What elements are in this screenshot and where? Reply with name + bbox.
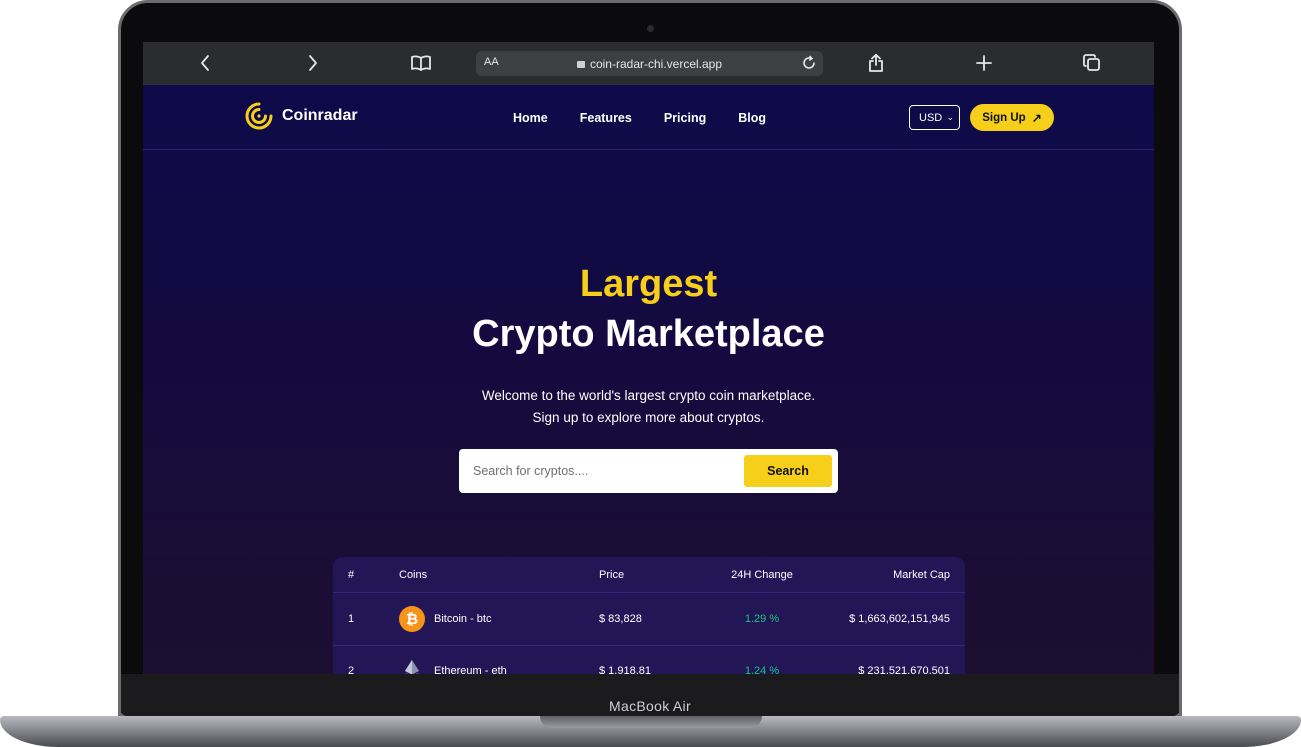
radar-logo-icon — [245, 102, 273, 130]
header-coins: Coins — [399, 569, 428, 581]
row-rank: 1 — [348, 613, 355, 625]
currency-select[interactable]: USD ⌄ — [909, 105, 960, 130]
hero-subtitle-line1: Welcome to the world's largest crypto co… — [481, 388, 816, 403]
lock-icon — [576, 61, 585, 68]
hero-subtitle-line2: Sign up to explore more about cryptos. — [532, 410, 765, 425]
header-price: Price — [599, 569, 625, 581]
forward-icon[interactable] — [306, 52, 320, 74]
header-rank: # — [348, 569, 355, 581]
logo[interactable]: Coinradar — [244, 101, 358, 131]
ethereum-icon — [399, 658, 425, 674]
nav-links: Home Features Pricing Blog — [513, 111, 798, 125]
camera — [647, 25, 654, 32]
brand-name: Coinradar — [282, 107, 358, 124]
laptop-notch — [540, 716, 762, 728]
row-coin: ₿ Bitcoin - btc — [399, 606, 491, 632]
header-market-cap: Market Cap — [893, 569, 950, 581]
coin-name: Ethereum - eth — [434, 665, 507, 674]
row-change: 1.29 % — [744, 613, 780, 625]
table-header: # Coins Price 24H Change Market Cap — [333, 557, 965, 593]
reload-icon[interactable] — [801, 55, 817, 76]
row-change: 1.24 % — [744, 665, 780, 674]
nav-blog[interactable]: Blog — [738, 111, 766, 125]
address-bar[interactable]: AA coin-radar-chi.vercel.app — [476, 51, 823, 76]
search-form: Search — [459, 449, 838, 493]
row-coin: Ethereum - eth — [399, 658, 507, 674]
hero-title: Crypto Marketplace — [472, 313, 825, 355]
row-rank: 2 — [348, 665, 355, 674]
signup-button[interactable]: Sign Up ↗ — [970, 104, 1054, 131]
screen: AA coin-radar-chi.vercel.app Coinradar H… — [143, 42, 1154, 674]
signup-label: Sign Up — [982, 111, 1026, 124]
row-price: $ 83,828 — [599, 613, 642, 625]
back-icon[interactable] — [198, 52, 212, 74]
row-market-cap: $ 231,521,670,501 — [858, 665, 950, 674]
nav-features[interactable]: Features — [580, 111, 632, 125]
currency-value: USD — [919, 111, 943, 124]
table-row[interactable]: 1 ₿ Bitcoin - btc $ 83,828 1.29 % $ 1,66… — [333, 594, 965, 646]
tabs-overview-icon[interactable] — [1082, 52, 1102, 74]
nav-home[interactable]: Home — [513, 111, 548, 125]
laptop-chin: MacBook Air — [121, 674, 1179, 716]
row-market-cap: $ 1,663,602,151,945 — [849, 613, 950, 625]
hero-title-highlight: Largest — [579, 263, 718, 305]
hero-subtitle: Welcome to the world's largest crypto co… — [143, 385, 1154, 429]
search-button[interactable]: Search — [744, 455, 832, 487]
website: Coinradar Home Features Pricing Blog USD… — [143, 85, 1154, 674]
nav-pricing[interactable]: Pricing — [664, 111, 706, 125]
new-tab-icon[interactable] — [975, 52, 993, 74]
browser-toolbar: AA coin-radar-chi.vercel.app — [143, 42, 1154, 85]
search-input[interactable] — [467, 455, 737, 487]
url-text: coin-radar-chi.vercel.app — [589, 57, 723, 71]
site-navbar: Coinradar Home Features Pricing Blog USD… — [143, 85, 1154, 150]
row-price: $ 1,918.81 — [599, 665, 651, 674]
device-label: MacBook Air — [609, 698, 691, 714]
arrow-up-right-icon: ↗ — [1031, 110, 1042, 125]
bitcoin-icon: ₿ — [399, 606, 425, 632]
share-icon[interactable] — [867, 52, 885, 74]
bookmarks-icon[interactable] — [410, 52, 432, 74]
crypto-table: # Coins Price 24H Change Market Cap 1 ₿ … — [333, 557, 965, 674]
header-24h-change: 24H Change — [731, 569, 793, 581]
chevron-down-icon: ⌄ — [946, 112, 954, 122]
coin-name: Bitcoin - btc — [434, 613, 492, 625]
table-row[interactable]: 2 Ethereum - eth $ 1,918.81 1.24 % $ 231… — [333, 646, 965, 674]
